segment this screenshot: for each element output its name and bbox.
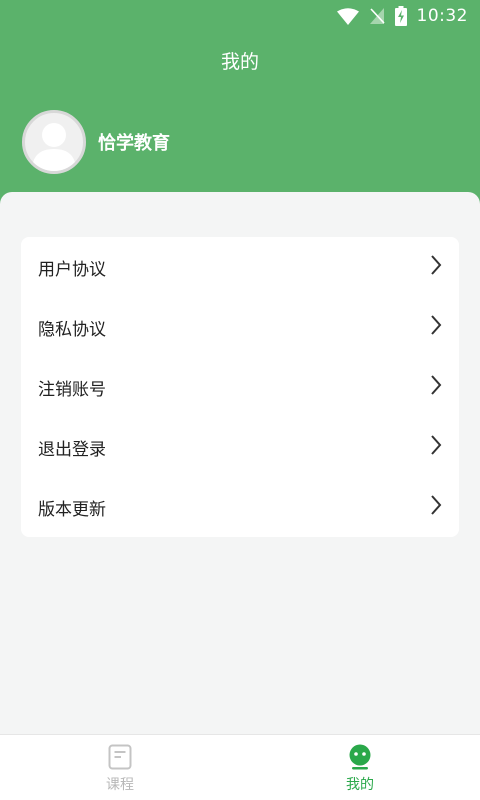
menu-item-label: 退出登录 <box>38 439 106 460</box>
username: 恰学教育 <box>98 133 170 154</box>
settings-menu: 用户协议 隐私协议 注销账号 退出登录 版本更新 <box>21 237 459 537</box>
tab-label: 课程 <box>106 777 134 793</box>
menu-item-label: 用户协议 <box>38 259 106 280</box>
tab-label: 我的 <box>346 777 374 793</box>
chevron-right-icon <box>429 253 443 281</box>
document-icon <box>108 744 132 770</box>
status-bar: 10:32 <box>0 0 480 32</box>
status-time: 10:32 <box>416 6 468 26</box>
default-avatar-icon[interactable] <box>22 110 86 174</box>
content-area: 用户协议 隐私协议 注销账号 退出登录 版本更新 <box>0 192 480 735</box>
battery-charging-icon <box>394 6 407 26</box>
menu-item-user-agreement[interactable]: 用户协议 <box>21 237 459 297</box>
tab-courses[interactable]: 课程 <box>0 735 240 800</box>
no-sim-icon <box>369 7 385 25</box>
bottom-tab-bar: 课程 我的 <box>0 734 480 800</box>
chevron-right-icon <box>429 493 443 521</box>
menu-item-label: 版本更新 <box>38 499 106 520</box>
tab-mine[interactable]: 我的 <box>240 735 480 800</box>
robot-face-icon <box>347 744 373 770</box>
menu-item-delete-account[interactable]: 注销账号 <box>21 357 459 417</box>
page-title: 我的 <box>220 51 259 73</box>
chevron-right-icon <box>429 373 443 401</box>
chevron-right-icon <box>429 313 443 341</box>
menu-item-logout[interactable]: 退出登录 <box>21 417 459 477</box>
menu-item-label: 注销账号 <box>38 379 106 400</box>
chevron-right-icon <box>429 433 443 461</box>
header: 10:32 我的 恰学教育 <box>0 0 480 215</box>
menu-item-privacy-agreement[interactable]: 隐私协议 <box>21 297 459 357</box>
menu-item-label: 隐私协议 <box>38 319 106 340</box>
wifi-icon <box>336 7 359 25</box>
profile-section[interactable]: 恰学教育 <box>22 110 170 174</box>
menu-item-version-update[interactable]: 版本更新 <box>21 477 459 537</box>
